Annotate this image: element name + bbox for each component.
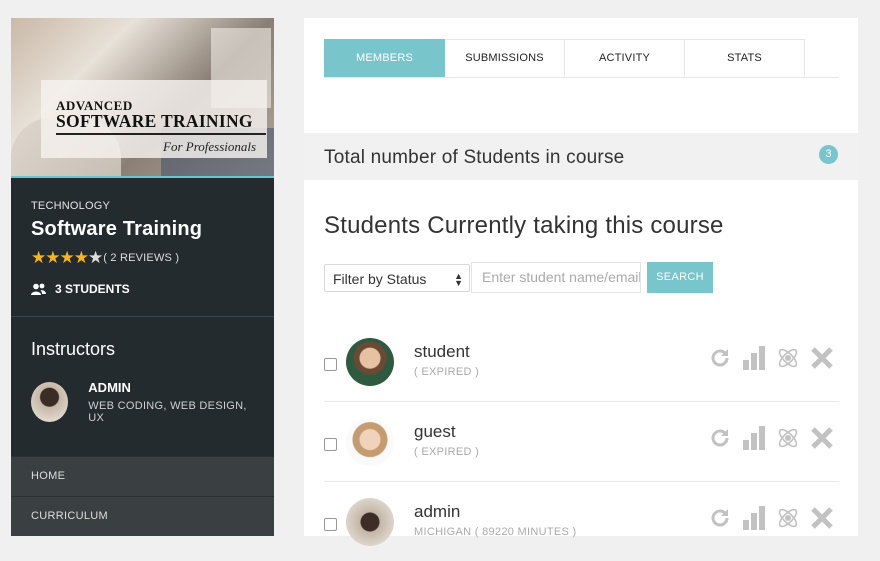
row-actions [703,344,839,372]
course-nav: HOME CURRICULUM [11,456,274,536]
nav-item-home[interactable]: HOME [11,456,274,496]
avatar[interactable] [346,338,394,386]
student-status: ( EXPIRED ) [414,366,480,378]
star-icon: ★ [59,248,75,267]
row-actions [703,504,839,532]
remove-x-icon[interactable] [805,504,839,532]
student-search-input[interactable]: Enter student name/email [471,262,641,293]
select-checkbox[interactable] [324,358,337,371]
student-name[interactable]: student [414,342,470,362]
course-sidebar: ADVANCED SOFTWARE TRAINING For Professio… [11,18,274,536]
section-title: Students Currently taking this course [324,212,724,239]
course-rating: ★ ★ ★ ★ ★ ( 2 REVIEWS ) [31,249,254,266]
avatar[interactable] [346,498,394,546]
atom-icon[interactable] [771,504,805,532]
stats-bar-icon[interactable] [737,504,771,532]
student-name[interactable]: admin [414,502,460,522]
course-title[interactable]: Software Training [31,218,254,241]
remove-x-icon[interactable] [805,424,839,452]
tab-stats[interactable]: STATS [685,39,805,77]
users-icon [31,283,46,295]
stats-bar-icon[interactable] [737,344,771,372]
student-name[interactable]: guest [414,422,456,442]
reviews-count: ( 2 REVIEWS ) [103,251,180,264]
students-count-label: 3 STUDENTS [55,282,130,296]
avatar[interactable] [346,418,394,466]
instructor-card[interactable]: ADMIN WEB CODING, WEB DESIGN, UX [11,360,274,424]
atom-icon[interactable] [771,424,805,452]
status-filter-value: Filter by Status [333,270,427,287]
count-badge: 3 [819,145,838,164]
star-icon: ★ [73,248,89,267]
nav-item-curriculum[interactable]: CURRICULUM [11,496,274,536]
students-count: 3 STUDENTS [31,282,254,296]
select-checkbox[interactable] [324,438,337,451]
student-status: ( EXPIRED ) [414,446,480,458]
star-icon: ★ [31,248,47,267]
refresh-icon[interactable] [703,504,737,532]
total-students-label: Total number of Students in course [324,147,625,168]
refresh-icon[interactable] [703,424,737,452]
status-filter-select[interactable]: Filter by Status ▲ ▼ [324,263,470,292]
student-status: MICHIGAN ( 89220 MINUTES ) [414,526,577,538]
instructor-name[interactable]: ADMIN [88,380,254,395]
search-button[interactable]: SEARCH [647,262,713,293]
cover-line-3: For Professionals [163,139,257,154]
chevron-down-icon: ▼ [454,277,463,288]
course-admin-panel: MEMBERS SUBMISSIONS ACTIVITY STATS Total… [304,18,858,546]
atom-icon[interactable] [771,344,805,372]
course-category[interactable]: TECHNOLOGY [31,200,254,212]
row-actions [703,424,839,452]
stats-bar-icon[interactable] [737,424,771,452]
avatar[interactable] [31,382,69,422]
select-checkbox[interactable] [324,518,337,531]
remove-x-icon[interactable] [805,344,839,372]
star-icon: ★ [45,248,61,267]
list-item: guest ( EXPIRED ) [324,402,839,482]
instructor-skills: WEB CODING, WEB DESIGN, UX [88,400,247,424]
students-list: student ( EXPIRED ) guest (EXPIRED) ad… [324,322,839,561]
list-item: admin MICHIGAN ( 89220 MINUTES ) [324,482,839,561]
star-half-icon: ★ [88,248,104,267]
filter-row: Filter by Status ▲ ▼ Enter student name/… [324,262,713,293]
instructors-heading: Instructors [31,339,116,359]
course-cover-image[interactable]: ADVANCED SOFTWARE TRAINING For Professio… [11,18,274,178]
admin-tabs: MEMBERS SUBMISSIONS ACTIVITY STATS [324,39,839,78]
tab-members[interactable]: MEMBERS [324,39,445,77]
list-item: student ( EXPIRED ) [324,322,839,402]
cover-line-2: SOFTWARE TRAINING [56,111,253,131]
total-students-bar[interactable]: Total number of Students in course 3 [304,133,858,180]
tab-submissions[interactable]: SUBMISSIONS [445,39,565,77]
refresh-icon[interactable] [703,344,737,372]
tab-activity[interactable]: ACTIVITY [565,39,685,77]
